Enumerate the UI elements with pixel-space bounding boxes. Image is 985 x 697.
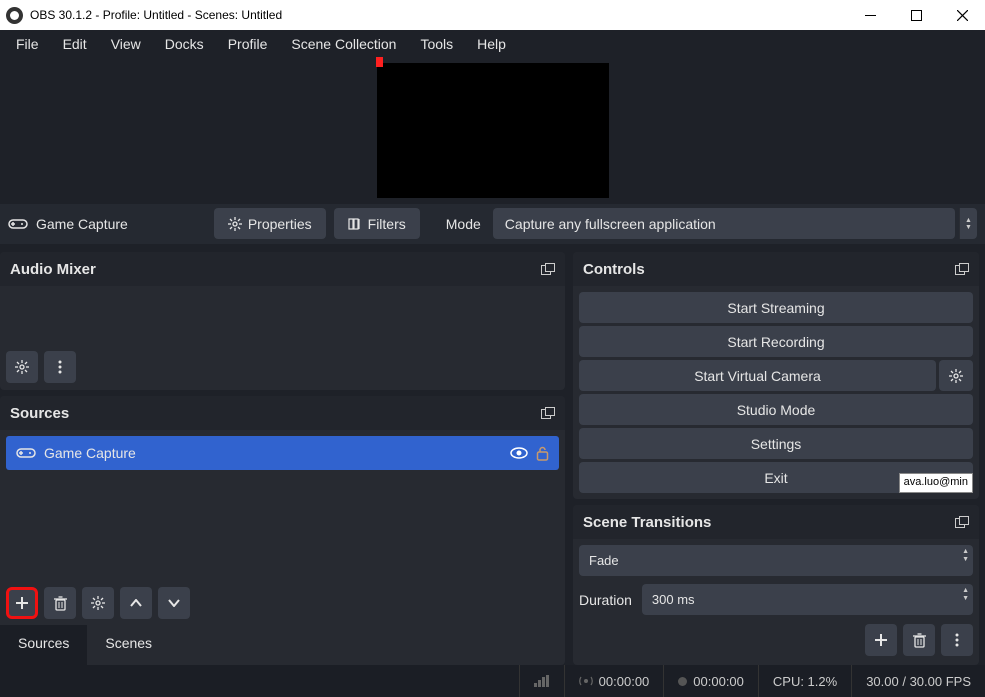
remove-transition-button[interactable]: [903, 624, 935, 656]
menubar: File Edit View Docks Profile Scene Colle…: [0, 30, 985, 58]
transitions-header[interactable]: Scene Transitions: [573, 505, 979, 539]
transition-select[interactable]: Fade ▲▼: [579, 545, 973, 576]
filters-button[interactable]: Filters: [334, 208, 420, 239]
menu-scene-collection[interactable]: Scene Collection: [279, 32, 408, 56]
tab-scenes[interactable]: Scenes: [87, 625, 170, 665]
sources-footer: [0, 581, 565, 625]
left-column: Audio Mixer Sources: [0, 252, 565, 665]
maximize-button[interactable]: [893, 0, 939, 30]
settings-button[interactable]: Settings: [579, 428, 973, 459]
transitions-footer: [573, 621, 979, 665]
cpu-usage: CPU: 1.2%: [758, 665, 851, 697]
spinner-arrows-icon[interactable]: ▲▼: [962, 587, 969, 603]
source-properties-button[interactable]: [82, 587, 114, 619]
record-time: 00:00:00: [663, 665, 758, 697]
transition-menu-button[interactable]: [941, 624, 973, 656]
dock-tabs: Sources Scenes: [0, 625, 565, 665]
popout-icon[interactable]: [541, 263, 555, 275]
duration-input[interactable]: 300 ms ▲▼: [642, 584, 973, 615]
preview-canvas[interactable]: [377, 63, 609, 198]
stream-time-value: 00:00:00: [599, 674, 650, 689]
exit-button[interactable]: Exit ava.luo@min: [579, 462, 973, 493]
audio-mixer-header[interactable]: Audio Mixer: [0, 252, 565, 286]
popout-icon[interactable]: [955, 516, 969, 528]
controls-title: Controls: [583, 261, 645, 278]
record-dot-icon: [678, 677, 687, 686]
fps-display: 30.00 / 30.00 FPS: [851, 665, 985, 697]
sources-panel: Sources Game Capture: [0, 396, 565, 665]
menu-edit[interactable]: Edit: [51, 32, 99, 56]
statusbar: 00:00:00 00:00:00 CPU: 1.2% 30.00 / 30.0…: [0, 665, 985, 697]
menu-view[interactable]: View: [99, 32, 153, 56]
move-source-down-button[interactable]: [158, 587, 190, 619]
menu-tools[interactable]: Tools: [408, 32, 465, 56]
network-status: [519, 665, 564, 697]
right-column: Controls Start Streaming Start Recording…: [573, 252, 985, 665]
studio-mode-button[interactable]: Studio Mode: [579, 394, 973, 425]
mode-value: Capture any fullscreen application: [505, 216, 716, 232]
source-handle-icon[interactable]: [376, 57, 383, 67]
mode-label: Mode: [446, 216, 481, 232]
broadcast-icon: [579, 675, 593, 687]
email-overlay: ava.luo@min: [899, 473, 973, 493]
exit-label: Exit: [764, 470, 787, 486]
main-row: Audio Mixer Sources: [0, 244, 985, 665]
tab-sources[interactable]: Sources: [0, 625, 87, 665]
gear-icon: [228, 217, 242, 231]
menu-help[interactable]: Help: [465, 32, 518, 56]
sources-title: Sources: [10, 405, 69, 422]
duration-value: 300 ms: [652, 592, 695, 607]
minimize-button[interactable]: [847, 0, 893, 30]
sources-header[interactable]: Sources: [0, 396, 565, 430]
dropdown-arrows-icon[interactable]: ▲▼: [962, 548, 969, 564]
titlebar: OBS 30.1.2 - Profile: Untitled - Scenes:…: [0, 0, 985, 30]
gamepad-icon: [8, 217, 28, 231]
controls-panel: Controls Start Streaming Start Recording…: [573, 252, 979, 499]
lock-toggle-icon[interactable]: [536, 446, 549, 461]
popout-icon[interactable]: [541, 407, 555, 419]
mixer-settings-button[interactable]: [6, 351, 38, 383]
transitions-title: Scene Transitions: [583, 514, 711, 531]
duration-label: Duration: [579, 592, 632, 608]
properties-label: Properties: [248, 216, 312, 232]
selected-source-label: Game Capture: [36, 216, 206, 232]
start-recording-button[interactable]: Start Recording: [579, 326, 973, 357]
preview-area[interactable]: [0, 58, 985, 204]
start-virtual-camera-button[interactable]: Start Virtual Camera: [579, 360, 936, 391]
visibility-toggle-icon[interactable]: [510, 447, 528, 459]
stream-time: 00:00:00: [564, 665, 664, 697]
source-item-game-capture[interactable]: Game Capture: [6, 436, 559, 470]
filters-icon: [348, 217, 362, 231]
app-icon: [6, 7, 23, 24]
popout-icon[interactable]: [955, 263, 969, 275]
remove-source-button[interactable]: [44, 587, 76, 619]
source-toolbar: Game Capture Properties Filters Mode Cap…: [0, 204, 985, 245]
mixer-menu-button[interactable]: [44, 351, 76, 383]
source-item-label: Game Capture: [44, 445, 136, 461]
mixer-footer: [0, 350, 565, 390]
menu-file[interactable]: File: [4, 32, 51, 56]
filters-label: Filters: [368, 216, 406, 232]
controls-header[interactable]: Controls: [573, 252, 979, 286]
audio-mixer-title: Audio Mixer: [10, 261, 96, 278]
transition-value: Fade: [589, 553, 619, 568]
record-time-value: 00:00:00: [693, 674, 744, 689]
window-title: OBS 30.1.2 - Profile: Untitled - Scenes:…: [30, 8, 282, 22]
move-source-up-button[interactable]: [120, 587, 152, 619]
close-button[interactable]: [939, 0, 985, 30]
signal-icon: [534, 675, 550, 687]
scene-transitions-panel: Scene Transitions Fade ▲▼ Duration 300 m…: [573, 505, 979, 665]
dropdown-arrows-icon[interactable]: ▲▼: [959, 208, 977, 239]
menu-docks[interactable]: Docks: [153, 32, 216, 56]
audio-mixer-panel: Audio Mixer: [0, 252, 565, 390]
start-streaming-button[interactable]: Start Streaming: [579, 292, 973, 323]
mode-select[interactable]: Capture any fullscreen application: [493, 208, 955, 239]
add-transition-button[interactable]: [865, 624, 897, 656]
mixer-body: [0, 286, 565, 350]
add-source-button[interactable]: [6, 587, 38, 619]
gamepad-icon: [16, 446, 36, 460]
properties-button[interactable]: Properties: [214, 208, 326, 239]
virtual-camera-settings-button[interactable]: [939, 360, 973, 391]
menu-profile[interactable]: Profile: [216, 32, 280, 56]
